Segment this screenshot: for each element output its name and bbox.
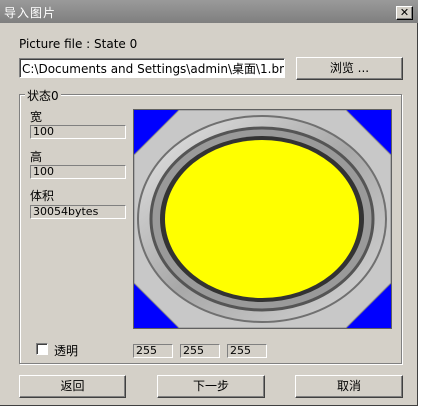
size-label: 体积 bbox=[30, 189, 55, 203]
title-bar[interactable]: 导入图片 ✕ bbox=[0, 0, 418, 23]
height-value: 100 bbox=[30, 165, 126, 179]
back-button[interactable]: 返回 bbox=[19, 375, 126, 398]
preview-image bbox=[134, 110, 391, 328]
color-g-field[interactable]: 255 bbox=[180, 344, 220, 358]
state-group-legend: 状态0 bbox=[25, 87, 61, 104]
import-image-dialog: 导入图片 ✕ Picture file : State 0 C:\Documen… bbox=[0, 0, 418, 406]
cancel-button[interactable]: 取消 bbox=[295, 375, 403, 398]
image-preview bbox=[133, 109, 392, 329]
color-b-field[interactable]: 255 bbox=[227, 344, 267, 358]
file-path-field[interactable]: C:\Documents and Settings\admin\桌面\1.bmp bbox=[19, 58, 285, 78]
size-value: 30054bytes bbox=[30, 205, 126, 219]
height-label: 高 bbox=[30, 150, 43, 164]
window-title: 导入图片 bbox=[4, 6, 57, 20]
color-r-field[interactable]: 255 bbox=[133, 344, 173, 358]
preview-yellow-fill bbox=[165, 140, 359, 298]
close-button[interactable]: ✕ bbox=[396, 6, 413, 20]
picture-file-label: Picture file : State 0 bbox=[19, 37, 138, 51]
width-label: 宽 bbox=[30, 110, 43, 124]
transparent-label: 透明 bbox=[54, 344, 79, 358]
next-button[interactable]: 下一步 bbox=[157, 375, 265, 398]
close-icon: ✕ bbox=[399, 6, 410, 19]
transparent-checkbox[interactable] bbox=[36, 343, 48, 355]
browse-button[interactable]: 浏览 ... bbox=[296, 57, 403, 80]
width-value: 100 bbox=[30, 125, 126, 139]
